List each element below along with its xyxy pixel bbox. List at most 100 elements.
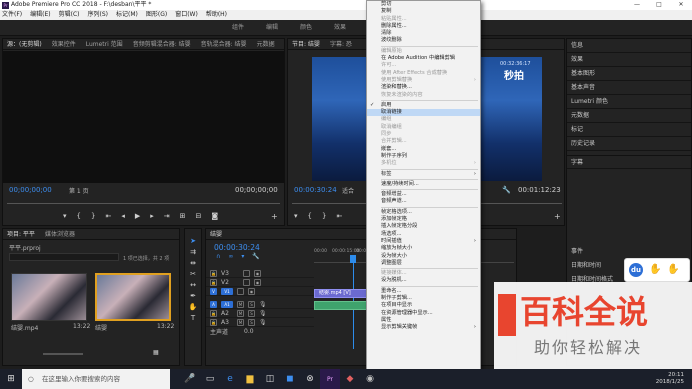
razor-tool-icon[interactable]: ✂ (190, 270, 196, 278)
hand-tool-icon[interactable]: ✋ (189, 303, 198, 311)
new-item-icon[interactable]: ▦ (153, 349, 159, 356)
mark-out-icon[interactable]: } (322, 212, 326, 220)
wrench-icon[interactable]: 🔧 (502, 186, 511, 194)
mic-icon[interactable]: 🎙 (259, 310, 267, 317)
mute-icon[interactable]: M (237, 309, 244, 317)
go-to-in-icon[interactable]: ⇤ (336, 212, 342, 220)
solo-icon[interactable]: S (248, 318, 255, 326)
panel-captions-header[interactable]: 字幕 (567, 155, 691, 169)
eye-icon[interactable]: ◉ (248, 287, 255, 295)
eye-icon[interactable]: ◉ (254, 278, 261, 286)
source-scrubber[interactable] (7, 199, 280, 204)
panel-effects[interactable]: 效果 (567, 53, 691, 67)
insert-icon[interactable]: ⊞ (180, 212, 186, 220)
marker-icon[interactable]: ▾ (294, 212, 298, 220)
program-fit-select[interactable]: 适合 (342, 186, 354, 195)
eye-icon[interactable]: ◉ (254, 269, 261, 277)
go-to-in-icon[interactable]: ⇤ (105, 212, 111, 220)
edge-icon[interactable]: e (220, 369, 240, 389)
panel-history[interactable]: 历史记录 (567, 137, 691, 151)
context-menu-item[interactable]: 插入帧定格分段 (367, 223, 480, 230)
step-back-icon[interactable]: ◂ (121, 212, 125, 220)
timeline-timecode[interactable]: 00:00:30:24 (214, 243, 260, 252)
mute-icon[interactable]: M (237, 318, 244, 326)
app-icon[interactable]: ◉ (360, 369, 380, 389)
close-button[interactable]: ✕ (670, 0, 692, 10)
ripple-edit-tool-icon[interactable]: ⇹ (190, 259, 196, 267)
mic-icon[interactable]: 🎙 (259, 301, 267, 308)
panel-lumetri-color[interactable]: Lumetri 颜色 (567, 95, 691, 109)
media-icon[interactable]: ◼ (280, 369, 300, 389)
store-icon[interactable]: ◫ (260, 369, 280, 389)
type-tool-icon[interactable]: T (191, 314, 195, 322)
context-menu-item[interactable]: 波纹删除 (367, 37, 480, 44)
context-menu-item[interactable]: 设为帧大小 (367, 253, 480, 260)
menu-file[interactable]: 文件(F) (2, 10, 22, 20)
minimize-button[interactable]: — (626, 0, 648, 10)
mic-icon[interactable]: 🎤 (180, 369, 200, 389)
taskbar-search[interactable]: ○ 在这里输入你要搜索的内容 (22, 369, 170, 389)
solo-icon[interactable]: S (248, 309, 255, 317)
tab-sequence[interactable]: 结婴 (210, 229, 222, 239)
tab-source[interactable]: 源：(无剪辑) (7, 39, 42, 49)
slip-tool-icon[interactable]: ↔ (190, 281, 196, 289)
context-menu-item[interactable]: 设为脱机... (367, 277, 480, 284)
marker-icon[interactable]: ▾ (63, 212, 67, 220)
panel-metadata[interactable]: 元数据 (567, 109, 691, 123)
tab-lumetri-scopes[interactable]: Lumetri 范围 (86, 39, 123, 49)
linked-selection-icon[interactable]: ∞ (228, 253, 233, 260)
lock-icon[interactable]: 🔒 (210, 318, 217, 326)
workspace-tab[interactable]: 颜色 (300, 20, 312, 36)
solo-icon[interactable]: S (248, 300, 255, 308)
timeline-settings-icon[interactable]: 🔧 (252, 253, 259, 260)
tab-effect-controls[interactable]: 效果控件 (52, 39, 76, 49)
source-timecode-left[interactable]: 00;00;00;00 (9, 186, 52, 194)
add-button-icon[interactable]: + (271, 212, 278, 221)
source-patch-icon[interactable]: A (210, 300, 217, 308)
panel-markers[interactable]: 标记 (567, 123, 691, 137)
workspace-tab[interactable]: 效果 (334, 20, 346, 36)
context-menu-item[interactable]: 复制 (367, 8, 480, 15)
master-value[interactable]: 0.0 (244, 328, 254, 335)
playhead[interactable] (350, 255, 356, 263)
menu-window[interactable]: 窗口(W) (175, 10, 198, 20)
mark-in-icon[interactable]: { (77, 212, 81, 220)
task-view-icon[interactable]: ▭ (200, 369, 220, 389)
tab-metadata[interactable]: 元数据 (257, 39, 275, 49)
media-thumbnail[interactable] (95, 273, 171, 321)
context-menu-item[interactable]: 渲染和替换... (367, 84, 480, 91)
premiere-taskbar-icon[interactable]: Pr (320, 369, 340, 389)
track-select-tool-icon[interactable]: ⇉ (190, 248, 196, 256)
menu-help[interactable]: 帮助(H) (206, 10, 227, 20)
context-menu-item[interactable]: 嵌套... (367, 146, 480, 153)
context-menu-item[interactable]: 帧定格选项... (367, 209, 480, 216)
menu-clip[interactable]: 剪辑(C) (59, 10, 80, 20)
sync-icon[interactable] (243, 278, 250, 286)
tab-audio-clip-mixer[interactable]: 音频剪辑混合器: 结婴 (133, 39, 191, 49)
camera-icon[interactable]: ◙ (211, 212, 218, 220)
context-menu-item[interactable]: 音频声道... (367, 198, 480, 205)
pen-tool-icon[interactable]: ✒ (190, 292, 196, 300)
app-icon[interactable]: ◆ (340, 369, 360, 389)
menu-marker[interactable]: 标记(M) (116, 10, 138, 20)
context-menu-item[interactable]: 标签 › (367, 171, 480, 178)
tab-audio-track-mixer[interactable]: 音轨混合器: 结婴 (201, 39, 247, 49)
mute-icon[interactable]: M (237, 300, 244, 308)
xbox-icon[interactable]: ⊗ (300, 369, 320, 389)
play-icon[interactable]: ▶ (135, 212, 140, 220)
source-page-select[interactable]: 第 1 页 (69, 186, 89, 195)
tab-media-browser[interactable]: 媒体浏览器 (45, 229, 75, 239)
add-button-icon[interactable]: + (554, 212, 561, 221)
overwrite-icon[interactable]: ⊟ (196, 212, 202, 220)
menu-sequence[interactable]: 序列(S) (88, 10, 109, 20)
menu-edit[interactable]: 编辑(E) (30, 10, 50, 20)
source-patch-icon[interactable]: V (210, 287, 217, 295)
sync-icon[interactable] (237, 287, 244, 295)
panel-info[interactable]: 信息 (567, 39, 691, 53)
panel-essential-graphics[interactable]: 基本图形 (567, 67, 691, 81)
panel-essential-sound[interactable]: 基本声音 (567, 81, 691, 95)
mark-in-icon[interactable]: { (308, 212, 312, 220)
clock-date[interactable]: 2018/1/25 (656, 379, 684, 386)
snap-icon[interactable]: ∩ (216, 253, 220, 260)
menu-graphics[interactable]: 图形(G) (146, 10, 167, 20)
